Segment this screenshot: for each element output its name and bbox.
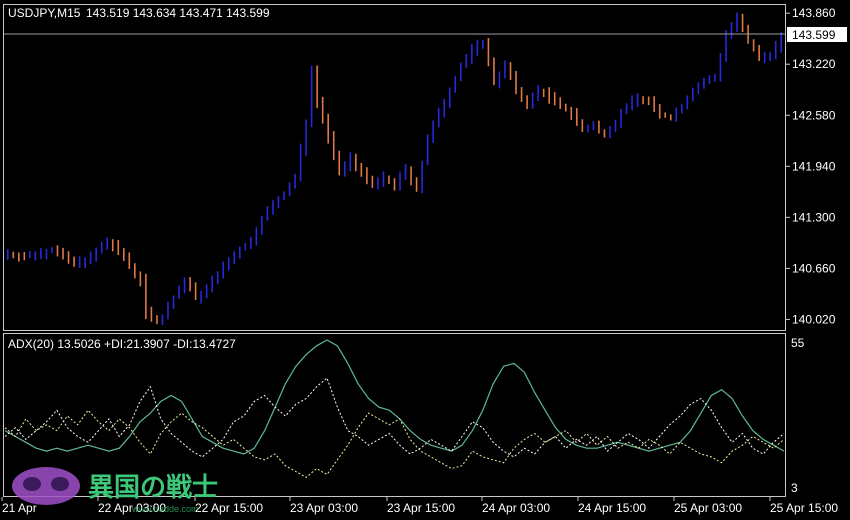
time-axis-label: 23 Apr 15:00	[387, 501, 455, 515]
time-axis-label: 24 Apr 15:00	[578, 501, 646, 515]
time-axis-label: 24 Apr 03:00	[482, 501, 550, 515]
time-axis-label: 25 Apr 15:00	[770, 501, 838, 515]
price-axis-label: 140.660	[792, 261, 836, 275]
current-price-tag: 143.599	[787, 26, 847, 42]
symbol-timeframe: USDJPY,M15	[8, 6, 81, 20]
price-axis-label: 141.300	[792, 210, 836, 224]
current-price-label: 143.599	[792, 28, 836, 42]
price-axis-label: 143.220	[792, 57, 836, 71]
indicator-label: ADX(20) 13.5026 +DI:21.3907 -DI:13.4727	[8, 337, 236, 351]
time-axis-label: 23 Apr 03:00	[290, 501, 358, 515]
chart-canvas[interactable]: 143.860 143.220 142.580 141.940 141.300 140.6…	[0, 0, 850, 520]
watermark-logo-eye-left-icon	[23, 477, 41, 491]
price-axis-label: 140.020	[792, 312, 836, 326]
price-axis-label: 141.940	[792, 159, 836, 173]
watermark-logo-icon	[12, 467, 80, 505]
price-axis-label: 143.860	[792, 6, 836, 20]
adx-axis-top-label: 55	[791, 336, 805, 350]
price-axis-label: 142.580	[792, 108, 836, 122]
watermark-subtext: www.tradde.com	[131, 504, 199, 514]
ohlc-values: 143.519 143.634 143.471 143.599	[86, 6, 270, 20]
time-axis-label: 22 Apr 15:00	[195, 501, 263, 515]
adx-axis-bottom-label: 3	[791, 481, 798, 495]
watermark-text: 異国の戦士	[88, 472, 218, 502]
watermark-logo-eye-right-icon	[51, 477, 69, 491]
time-axis-label: 25 Apr 03:00	[674, 501, 742, 515]
